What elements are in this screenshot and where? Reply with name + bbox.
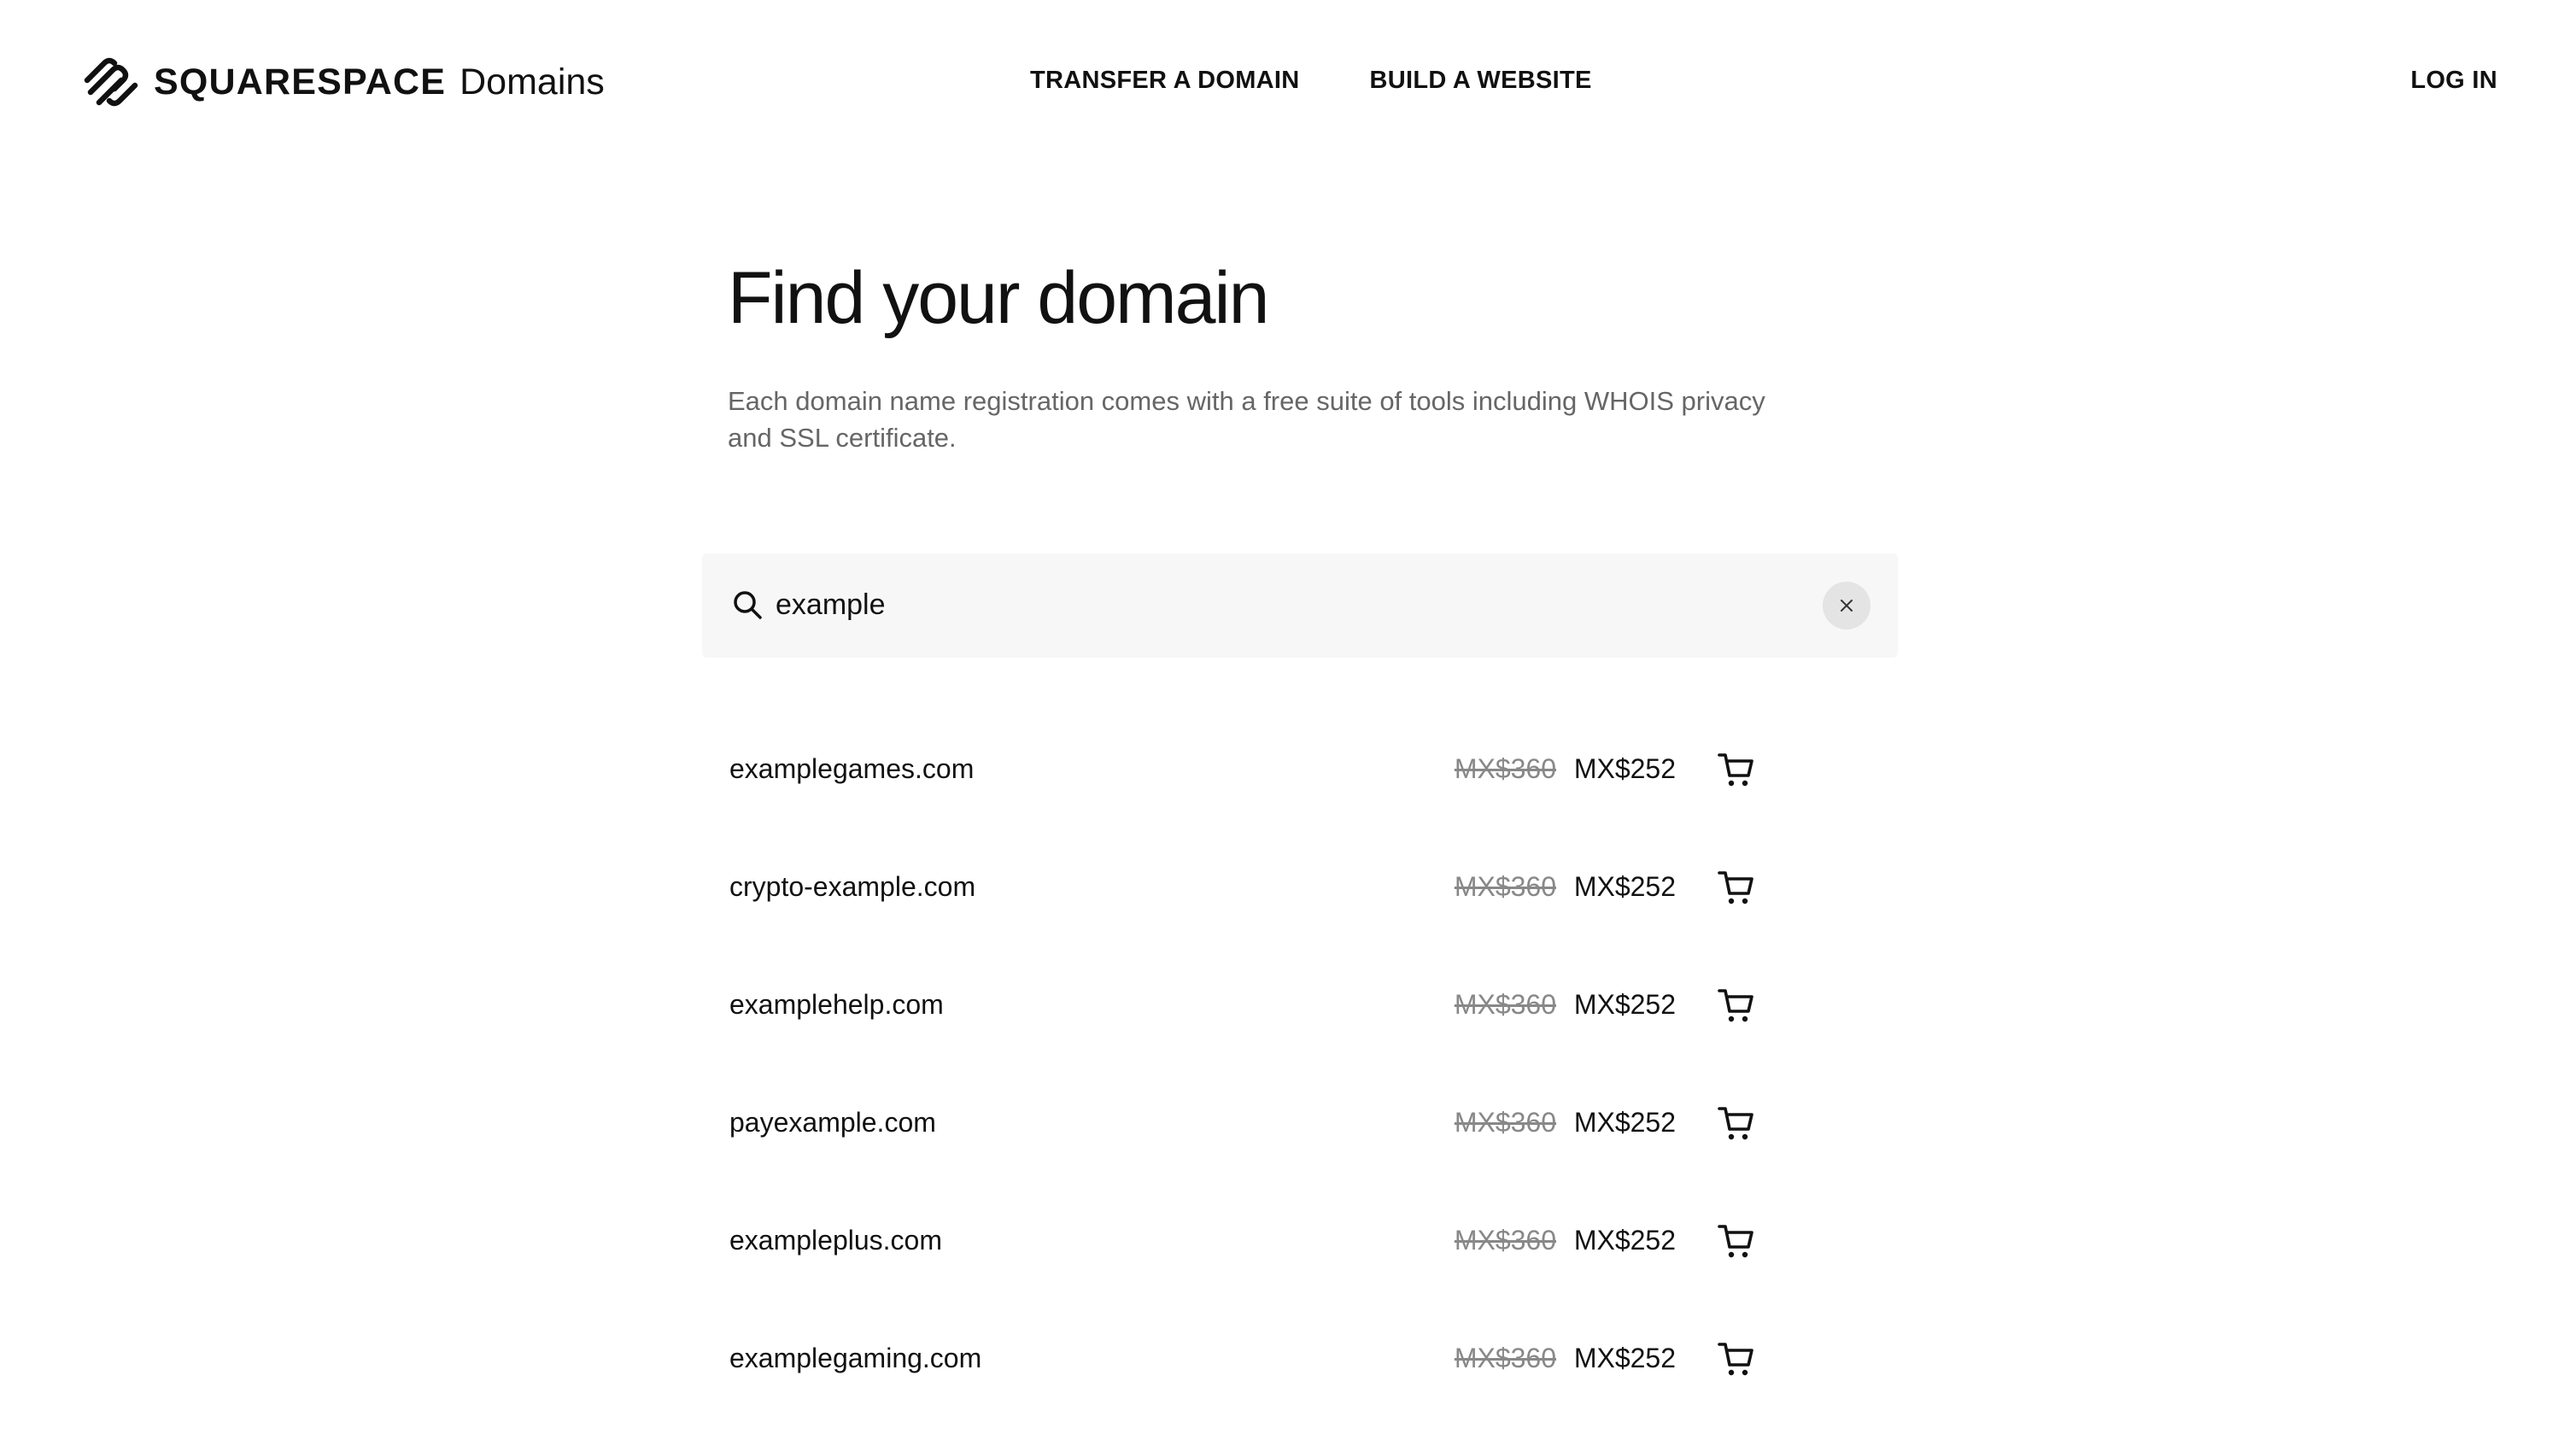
domain-results-list: examplegames.com MX$360 MX$252 crypto-ex… bbox=[728, 733, 1872, 1440]
result-row: exampleplus.com MX$360 MX$252 bbox=[728, 1204, 1872, 1322]
sale-price: MX$252 bbox=[1573, 871, 1676, 902]
domain-name: crypto-example.com bbox=[729, 871, 976, 902]
cart-icon[interactable] bbox=[1716, 750, 1755, 789]
search-input[interactable] bbox=[776, 579, 1800, 630]
brand-name: SQUARESPACE bbox=[154, 61, 447, 102]
brand-product: Domains bbox=[460, 61, 605, 102]
result-row: payexample.com MX$360 MX$252 bbox=[728, 1086, 1872, 1204]
cart-icon[interactable] bbox=[1716, 868, 1755, 907]
nav-transfer-domain[interactable]: TRANSFER A DOMAIN bbox=[1030, 67, 1300, 95]
result-row: examplegames.com MX$360 MX$252 bbox=[728, 733, 1872, 851]
sale-price: MX$252 bbox=[1573, 1107, 1676, 1138]
sale-price: MX$252 bbox=[1573, 753, 1676, 784]
sale-price: MX$252 bbox=[1573, 1343, 1676, 1373]
squarespace-logo-icon bbox=[84, 57, 138, 107]
result-row: crypto-example.com MX$360 MX$252 bbox=[728, 851, 1872, 969]
original-price: MX$360 bbox=[1454, 1107, 1556, 1138]
main-nav: TRANSFER A DOMAIN BUILD A WEBSITE bbox=[1030, 67, 1592, 95]
domain-name: examplegames.com bbox=[729, 753, 975, 784]
original-price: MX$360 bbox=[1454, 989, 1556, 1020]
page-title: Find your domain bbox=[728, 257, 1269, 339]
cart-icon[interactable] bbox=[1716, 1339, 1755, 1379]
result-row: examplehelp.com MX$360 MX$252 bbox=[728, 969, 1872, 1086]
search-icon bbox=[734, 591, 762, 619]
original-price: MX$360 bbox=[1454, 753, 1556, 784]
page-subtitle: Each domain name registration comes with… bbox=[728, 386, 1765, 453]
cart-icon[interactable] bbox=[1716, 986, 1755, 1025]
sale-price: MX$252 bbox=[1573, 989, 1676, 1020]
original-price: MX$360 bbox=[1454, 1343, 1556, 1373]
original-price: MX$360 bbox=[1454, 871, 1556, 902]
domain-name: exampleplus.com bbox=[729, 1225, 942, 1256]
clear-search-button[interactable] bbox=[1823, 582, 1871, 629]
original-price: MX$360 bbox=[1454, 1225, 1556, 1256]
domain-name: examplehelp.com bbox=[729, 989, 944, 1020]
login-link[interactable]: LOG IN bbox=[2410, 67, 2497, 95]
cart-icon[interactable] bbox=[1716, 1103, 1755, 1143]
result-row: examplegaming.com MX$360 MX$252 bbox=[728, 1322, 1872, 1440]
brand-logo[interactable]: SQUARESPACE Domains bbox=[80, 55, 605, 109]
close-icon bbox=[1841, 600, 1853, 612]
domain-name: examplegaming.com bbox=[729, 1343, 982, 1373]
cart-icon[interactable] bbox=[1716, 1221, 1755, 1261]
domain-name: payexample.com bbox=[729, 1107, 936, 1138]
domain-search-bar bbox=[702, 553, 1898, 658]
nav-build-website[interactable]: BUILD A WEBSITE bbox=[1370, 67, 1592, 95]
sale-price: MX$252 bbox=[1573, 1225, 1676, 1256]
